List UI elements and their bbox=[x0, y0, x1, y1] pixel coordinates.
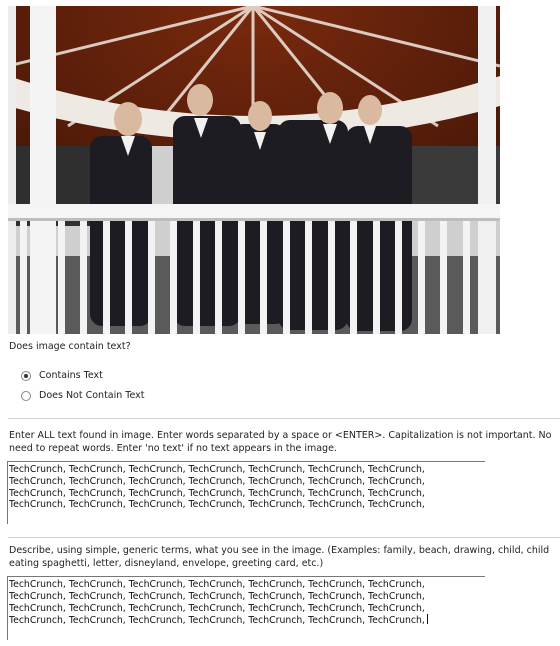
describe-field[interactable]: TechCrunch, TechCrunch, TechCrunch, Tech… bbox=[7, 576, 485, 640]
radio-unselected-icon[interactable] bbox=[21, 390, 31, 401]
section-divider bbox=[8, 418, 560, 419]
radio-contains-text[interactable]: Contains Text bbox=[21, 370, 103, 381]
section-divider bbox=[8, 537, 560, 538]
question-label: Does image contain text? bbox=[9, 341, 131, 352]
radio-does-not-contain-text[interactable]: Does Not Contain Text bbox=[21, 390, 145, 401]
describe-field-value: TechCrunch, TechCrunch, TechCrunch, Tech… bbox=[9, 579, 425, 627]
gazebo-photo bbox=[8, 6, 500, 334]
radio-label: Does Not Contain Text bbox=[39, 390, 145, 401]
radio-label: Contains Text bbox=[39, 370, 103, 381]
task-image bbox=[8, 6, 500, 334]
text-entry-instructions: Enter ALL text found in image. Enter wor… bbox=[9, 430, 552, 454]
text-entry-field[interactable]: TechCrunch, TechCrunch, TechCrunch, Tech… bbox=[7, 461, 485, 524]
describe-instructions: Describe, using simple, generic terms, w… bbox=[9, 545, 550, 569]
text-cursor bbox=[426, 614, 428, 625]
radio-selected-icon[interactable] bbox=[21, 370, 31, 381]
